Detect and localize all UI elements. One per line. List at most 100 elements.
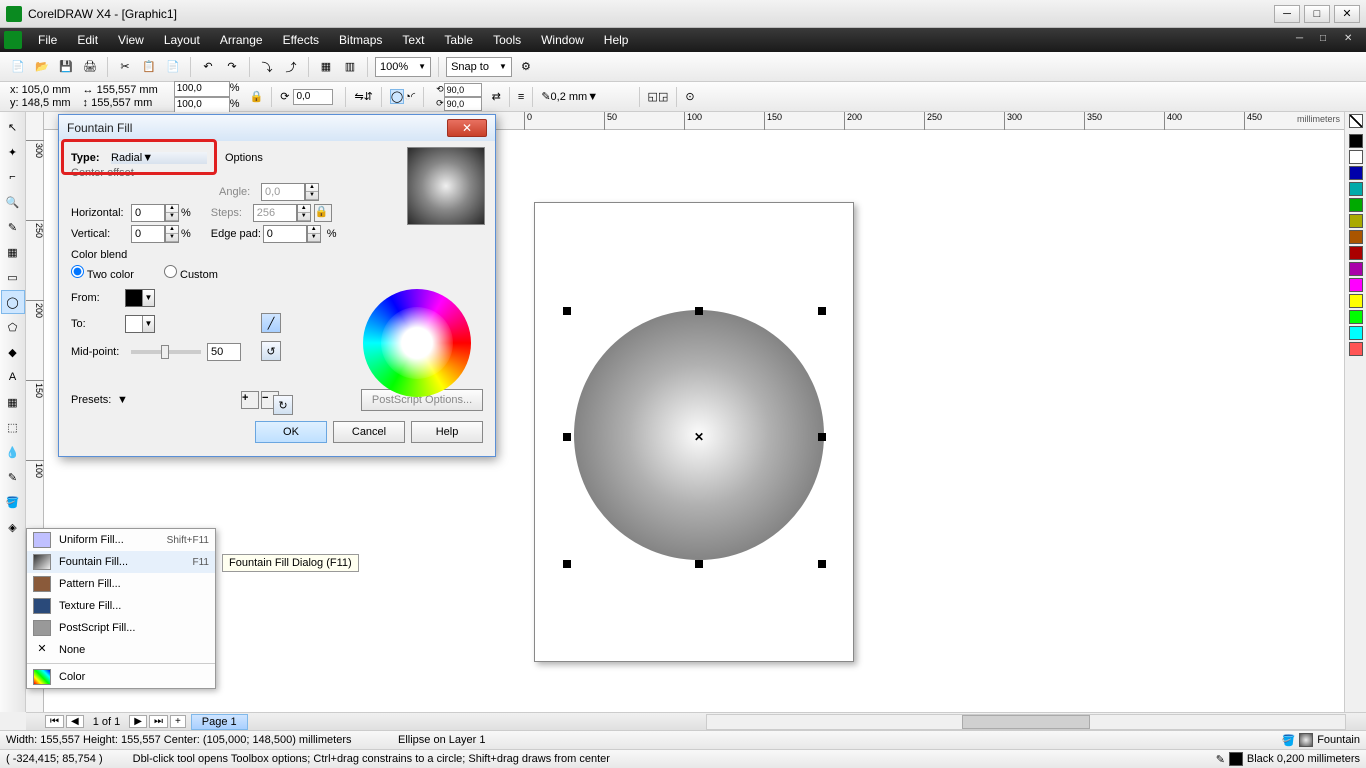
undo-button[interactable]: ↶: [197, 56, 219, 78]
dialog-close-button[interactable]: ✕: [447, 119, 487, 137]
mirror-v[interactable]: ⇵: [364, 90, 373, 103]
next-page[interactable]: ▶: [129, 715, 147, 728]
color-swatch[interactable]: [1349, 230, 1363, 244]
horizontal-spin[interactable]: ▲▼: [165, 204, 179, 222]
midpoint-slider[interactable]: [131, 350, 201, 354]
outline-swatch[interactable]: [1229, 752, 1243, 766]
handle-tm[interactable]: [695, 307, 703, 315]
menu-text[interactable]: Text: [392, 33, 434, 47]
minimize-button[interactable]: ─: [1274, 5, 1300, 23]
color-swatch[interactable]: [1349, 262, 1363, 276]
mdi-minimize[interactable]: ─: [1296, 33, 1314, 47]
steps-field[interactable]: [253, 204, 297, 222]
color-swatch[interactable]: [1349, 342, 1363, 356]
from-color[interactable]: ▼: [125, 289, 155, 307]
handle-ml[interactable]: [563, 433, 571, 441]
mdi-restore[interactable]: □: [1320, 33, 1338, 47]
smart-fill-tool[interactable]: ▦: [1, 240, 25, 264]
midpoint-field[interactable]: [207, 343, 241, 361]
fill-tool[interactable]: 🪣: [1, 490, 25, 514]
color-swatch[interactable]: [1349, 246, 1363, 260]
last-page[interactable]: ⏭: [149, 715, 168, 728]
add-page[interactable]: +: [170, 715, 186, 728]
rotation-field[interactable]: [293, 89, 333, 105]
interactive-tool[interactable]: ⬚: [1, 415, 25, 439]
zoom-combo[interactable]: 100%▼: [375, 57, 431, 77]
color-swatch[interactable]: [1349, 166, 1363, 180]
freehand-tool[interactable]: ✎: [1, 215, 25, 239]
cut-button[interactable]: ✂: [114, 56, 136, 78]
menu-effects[interactable]: Effects: [273, 33, 329, 47]
menu-window[interactable]: Window: [531, 33, 594, 47]
angle-field[interactable]: [261, 183, 305, 201]
zoom-tool[interactable]: 🔍: [1, 190, 25, 214]
handle-mr[interactable]: [818, 433, 826, 441]
angle-spin[interactable]: ▲▼: [305, 183, 319, 201]
horizontal-scrollbar[interactable]: [706, 714, 1346, 730]
interactive-fill-tool[interactable]: ◈: [1, 515, 25, 539]
print-button[interactable]: 🖨: [79, 56, 101, 78]
handle-br[interactable]: [818, 560, 826, 568]
table-tool[interactable]: ▦: [1, 390, 25, 414]
handle-tl[interactable]: [563, 307, 571, 315]
mdi-close[interactable]: ✕: [1344, 33, 1362, 47]
flyout-item-3[interactable]: Texture Fill...: [27, 595, 215, 617]
arc-tool-icon[interactable]: ◜: [411, 90, 415, 103]
wrap-text[interactable]: ≡: [518, 91, 524, 103]
convert-curves[interactable]: ⊙: [685, 90, 694, 103]
ellipse-tool-icon[interactable]: ◯: [390, 89, 404, 104]
redo-button[interactable]: ↷: [221, 56, 243, 78]
end-angle[interactable]: [444, 97, 482, 111]
flyout-item-color[interactable]: Color: [27, 666, 215, 688]
custom-radio[interactable]: Custom: [164, 265, 218, 281]
handle-bl[interactable]: [563, 560, 571, 568]
lock-ratio[interactable]: 🔒: [250, 90, 264, 103]
flyout-item-1[interactable]: Fountain Fill...F11: [27, 551, 215, 573]
mirror-h[interactable]: ⇋: [354, 90, 363, 103]
no-color-swatch[interactable]: [1349, 114, 1363, 128]
horizontal-field[interactable]: [131, 204, 165, 222]
start-angle[interactable]: [444, 83, 482, 97]
color-swatch[interactable]: [1349, 182, 1363, 196]
flyout-item-4[interactable]: PostScript Fill...: [27, 617, 215, 639]
color-swatch[interactable]: [1349, 150, 1363, 164]
to-color[interactable]: ▼: [125, 315, 155, 333]
pie-tool-icon[interactable]: ◔: [404, 91, 411, 103]
color-swatch[interactable]: [1349, 294, 1363, 308]
color-swatch[interactable]: [1349, 326, 1363, 340]
outline-tool[interactable]: ✎: [1, 465, 25, 489]
eyedropper-tool[interactable]: 💧: [1, 440, 25, 464]
steps-lock[interactable]: 🔒: [314, 204, 332, 222]
options-button[interactable]: ⚙: [515, 56, 537, 78]
flyout-item-5[interactable]: ✕None: [27, 639, 215, 661]
color-swatch[interactable]: [1349, 214, 1363, 228]
help-button[interactable]: Help: [411, 421, 483, 443]
close-button[interactable]: ✕: [1334, 5, 1360, 23]
menu-file[interactable]: File: [28, 33, 67, 47]
menu-layout[interactable]: Layout: [154, 33, 210, 47]
selection-center[interactable]: ✕: [694, 430, 704, 444]
open-button[interactable]: 📂: [31, 56, 53, 78]
export-button[interactable]: ⤴: [280, 56, 302, 78]
menu-arrange[interactable]: Arrange: [210, 33, 273, 47]
handle-bm[interactable]: [695, 560, 703, 568]
color-wheel[interactable]: [363, 289, 471, 397]
maximize-button[interactable]: □: [1304, 5, 1330, 23]
presets-combo[interactable]: ▼: [117, 394, 237, 406]
paste-button[interactable]: 📄: [162, 56, 184, 78]
steps-spin[interactable]: ▲▼: [297, 204, 311, 222]
dialog-titlebar[interactable]: Fountain Fill ✕: [59, 115, 495, 141]
vertical-spin[interactable]: ▲▼: [165, 225, 179, 243]
polygon-tool[interactable]: ⬠: [1, 315, 25, 339]
flyout-item-0[interactable]: Uniform Fill...Shift+F11: [27, 529, 215, 551]
ccw-blend-icon[interactable]: ↺: [261, 341, 281, 361]
outline-width[interactable]: 0,2 mm▼: [551, 91, 631, 103]
ellipse-tool[interactable]: ◯: [1, 290, 25, 314]
pick-tool[interactable]: ↖: [1, 115, 25, 139]
color-swatch[interactable]: [1349, 310, 1363, 324]
preset-add[interactable]: +: [241, 391, 259, 409]
snap-combo[interactable]: Snap to▼: [446, 57, 512, 77]
text-tool[interactable]: A: [1, 365, 25, 389]
two-color-radio[interactable]: Two color: [71, 265, 134, 281]
handle-tr[interactable]: [818, 307, 826, 315]
